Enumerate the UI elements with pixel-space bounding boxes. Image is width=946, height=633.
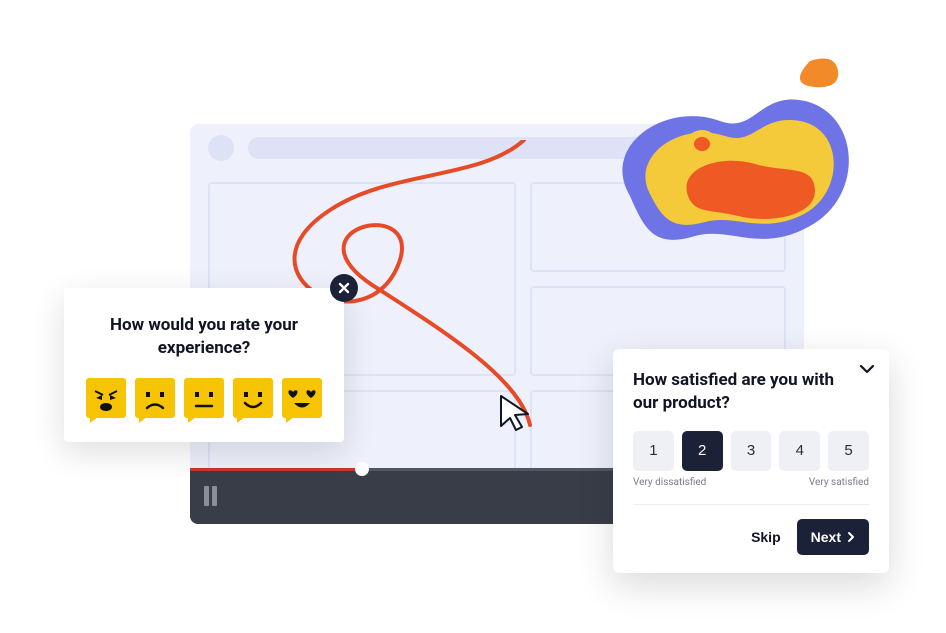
- browser-header: [190, 124, 804, 172]
- chevron-right-icon: [847, 531, 855, 543]
- emoji-survey-question: How would you rate your experience?: [86, 314, 322, 360]
- nps-high-label: Very satisfied: [809, 477, 869, 488]
- nps-actions: Skip Next: [633, 519, 869, 555]
- nps-option-4[interactable]: 4: [779, 431, 820, 471]
- progress-knob[interactable]: [355, 462, 369, 476]
- nps-option-2[interactable]: 2: [682, 431, 723, 471]
- nps-low-label: Very dissatisfied: [633, 477, 706, 488]
- next-button[interactable]: Next: [797, 519, 869, 555]
- next-button-label: Next: [811, 529, 841, 545]
- chevron-down-icon: [859, 364, 875, 374]
- pause-button[interactable]: [204, 486, 217, 506]
- progress-fill: [190, 468, 362, 471]
- nps-option-5[interactable]: 5: [828, 431, 869, 471]
- nps-option-1[interactable]: 1: [633, 431, 674, 471]
- nps-survey-card: How satisfied are you with our product? …: [613, 349, 889, 573]
- collapse-button[interactable]: [859, 359, 875, 378]
- close-icon: [338, 282, 350, 294]
- skip-button[interactable]: Skip: [751, 529, 781, 545]
- love-emoji[interactable]: [282, 378, 322, 418]
- browser-window-dot: [208, 135, 234, 161]
- emoji-options: [86, 378, 322, 418]
- divider: [633, 504, 869, 505]
- neutral-emoji[interactable]: [184, 378, 224, 418]
- browser-url-bar: [248, 137, 786, 159]
- nps-scale-labels: Very dissatisfied Very satisfied: [633, 477, 869, 488]
- sad-emoji[interactable]: [135, 378, 175, 418]
- nps-scale: 1 2 3 4 5: [633, 431, 869, 471]
- layout-cell: [530, 182, 786, 272]
- close-button[interactable]: [330, 274, 358, 302]
- happy-emoji[interactable]: [233, 378, 273, 418]
- emoji-survey-card: How would you rate your experience?: [64, 288, 344, 442]
- pause-icon: [204, 486, 209, 506]
- pause-icon: [212, 486, 217, 506]
- angry-emoji[interactable]: [86, 378, 126, 418]
- nps-option-3[interactable]: 3: [731, 431, 772, 471]
- nps-survey-question: How satisfied are you with our product?: [633, 369, 869, 415]
